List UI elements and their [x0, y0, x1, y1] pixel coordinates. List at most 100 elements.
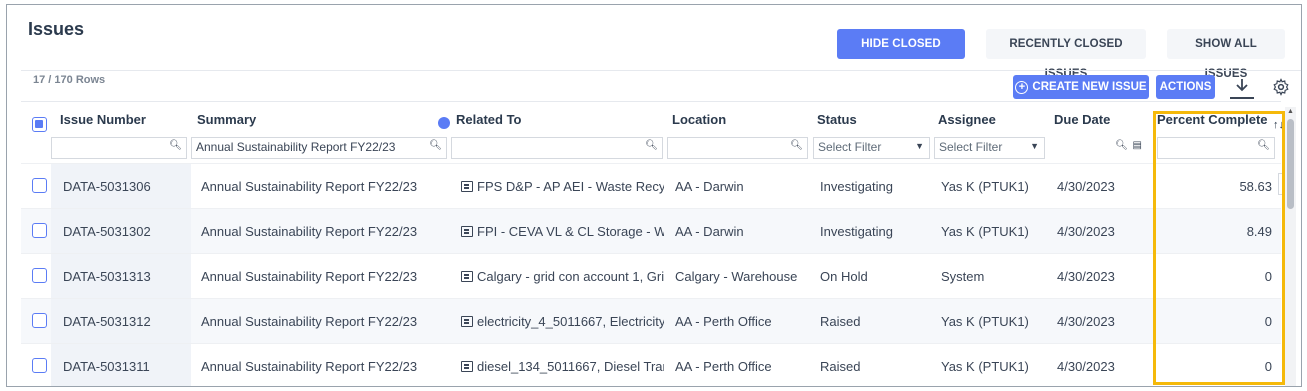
location-cell: Calgary - Warehouse	[675, 269, 798, 284]
summary-filter-input[interactable]: Annual Sustainability Report FY22/23 🔍︎	[191, 137, 447, 159]
related-to-text: FPI - CEVA VL & CL Storage - Was	[477, 224, 664, 239]
status-cell: Raised	[820, 359, 861, 374]
table-row[interactable]: DATA-5031311 Annual Sustainability Report…	[21, 343, 1281, 386]
vertical-scrollbar[interactable]: ▲	[1285, 107, 1296, 386]
column-related-to[interactable]: Related To	[456, 112, 522, 127]
indicator-dot-icon	[438, 117, 450, 129]
calendar-icon[interactable]: ▤	[1133, 140, 1142, 151]
related-to-cell[interactable]: FPI - CEVA VL & CL Storage - Was	[461, 224, 664, 239]
assignee-cell: Yas K (PTUK1)	[941, 314, 1029, 329]
summary-cell: Annual Sustainability Report FY22/23	[201, 179, 418, 194]
summary-cell: Annual Sustainability Report FY22/23	[201, 314, 418, 329]
search-icon: 🔍︎	[790, 140, 803, 151]
summary-filter-value: Annual Sustainability Report FY22/23	[196, 140, 396, 154]
percent-complete-cell: 58.63	[1239, 179, 1272, 194]
table-row[interactable]: DATA-5031312 Annual Sustainability Report…	[21, 298, 1281, 343]
location-filter-input[interactable]: 🔍︎	[667, 137, 808, 159]
actions-button[interactable]: ACTIONS	[1156, 75, 1215, 99]
column-issue-number[interactable]: Issue Number	[60, 112, 146, 127]
row-count: 17 / 170 Rows	[33, 74, 106, 86]
due-date-cell: 4/30/2023	[1057, 224, 1115, 239]
percent-complete-filter-input[interactable]: 🔍︎	[1157, 137, 1275, 159]
percent-complete-cell: 0	[1264, 314, 1272, 329]
location-cell: AA - Perth Office	[675, 314, 772, 329]
related-to-cell[interactable]: electricity_4_5011667, Electricity S	[461, 314, 664, 329]
related-record-icon	[461, 271, 473, 282]
show-all-issues-button[interactable]: SHOW ALL ISSUES	[1167, 29, 1285, 80]
issue-number[interactable]: DATA-5031306	[63, 179, 191, 194]
column-summary[interactable]: Summary	[197, 112, 256, 127]
due-date-cell: 4/30/2023	[1057, 314, 1115, 329]
status-cell: Investigating	[820, 179, 893, 194]
assignee-cell: Yas K (PTUK1)	[941, 224, 1029, 239]
related-to-cell[interactable]: diesel_134_5011667, Diesel Trans	[461, 359, 664, 374]
related-to-text: electricity_4_5011667, Electricity S	[477, 314, 664, 329]
assignee-filter-placeholder: Select Filter	[939, 140, 1003, 154]
column-percent-complete[interactable]: Percent Complete	[1157, 112, 1268, 127]
related-record-icon	[461, 226, 473, 237]
row-checkbox[interactable]	[32, 268, 47, 283]
divider	[21, 70, 1301, 71]
issue-number[interactable]: DATA-5031311	[63, 359, 191, 374]
row-checkbox[interactable]	[32, 178, 47, 193]
issue-number-filter-input[interactable]: 🔍︎	[51, 137, 187, 159]
status-filter-select[interactable]: Select Filter ▼	[813, 137, 930, 159]
issue-number[interactable]: DATA-5031313	[63, 269, 191, 284]
summary-cell: Annual Sustainability Report FY22/23	[201, 224, 418, 239]
issue-number[interactable]: DATA-5031302	[63, 224, 191, 239]
issue-number[interactable]: DATA-5031312	[63, 314, 191, 329]
status-cell: On Hold	[820, 269, 868, 284]
scroll-up-icon[interactable]: ▲	[1287, 108, 1294, 115]
search-icon: 🔍︎	[429, 140, 442, 151]
due-date-cell: 4/30/2023	[1057, 359, 1115, 374]
search-icon: 🔍︎	[645, 140, 658, 151]
filter-row: 🔍︎ Annual Sustainability Report FY22/23 🔍…	[21, 137, 1294, 195]
status-cell: Investigating	[820, 224, 893, 239]
caret-down-icon: ▼	[1030, 141, 1039, 151]
gear-icon[interactable]	[1269, 75, 1293, 99]
table-row[interactable]: DATA-5031306 Annual Sustainability Report…	[21, 163, 1281, 208]
assignee-cell: Yas K (PTUK1)	[941, 179, 1029, 194]
table-header: Issue Number Summary Related To Location…	[21, 101, 1281, 135]
related-to-cell[interactable]: FPS D&P - AP AEI - Waste Recycl	[461, 179, 664, 194]
table-row[interactable]: DATA-5031313 Annual Sustainability Report…	[21, 253, 1281, 298]
status-cell: Raised	[820, 314, 861, 329]
issues-table: Issue Number Summary Related To Location…	[21, 101, 1294, 386]
assignee-filter-select[interactable]: Select Filter ▼	[934, 137, 1045, 159]
assignee-cell: System	[941, 269, 985, 284]
related-to-text: FPS D&P - AP AEI - Waste Recycl	[477, 179, 664, 194]
search-icon: 🔍︎	[1115, 140, 1128, 151]
related-to-cell[interactable]: Calgary - grid con account 1, Grid	[461, 269, 664, 284]
related-to-text: Calgary - grid con account 1, Grid	[477, 269, 664, 284]
row-checkbox[interactable]	[32, 223, 47, 238]
related-to-text: diesel_134_5011667, Diesel Trans	[477, 359, 664, 374]
column-location[interactable]: Location	[672, 112, 726, 127]
column-due-date[interactable]: Due Date	[1054, 112, 1110, 127]
related-to-filter-input[interactable]: 🔍︎	[451, 137, 663, 159]
sort-icon[interactable]: ↑↓	[1273, 119, 1284, 131]
summary-cell: Annual Sustainability Report FY22/23	[201, 359, 418, 374]
row-checkbox[interactable]	[32, 358, 47, 373]
hide-closed-issues-button[interactable]: HIDE CLOSED ISSUES	[837, 29, 965, 80]
status-filter-placeholder: Select Filter	[818, 140, 882, 154]
recently-closed-issues-button[interactable]: RECENTLY CLOSED ISSUES	[986, 29, 1146, 80]
download-icon[interactable]	[1230, 75, 1254, 99]
column-assignee[interactable]: Assignee	[938, 112, 996, 127]
page-title: Issues	[28, 19, 85, 39]
create-new-issue-label: CREATE NEW ISSUE	[1032, 81, 1147, 93]
issues-panel: Issues HIDE CLOSED ISSUES RECENTLY CLOSE…	[6, 4, 1302, 387]
row-checkbox[interactable]	[32, 313, 47, 328]
select-all-checkbox[interactable]	[32, 117, 47, 132]
summary-cell: Annual Sustainability Report FY22/23	[201, 269, 418, 284]
caret-down-icon: ▼	[915, 141, 924, 151]
table-row[interactable]: DATA-5031302 Annual Sustainability Report…	[21, 208, 1281, 253]
location-cell: AA - Darwin	[675, 224, 744, 239]
related-record-icon	[461, 181, 473, 192]
create-new-issue-button[interactable]: + CREATE NEW ISSUE	[1013, 75, 1149, 99]
percent-complete-cell: 0	[1264, 359, 1272, 374]
scrollbar-thumb[interactable]	[1287, 119, 1294, 209]
due-date-cell: 4/30/2023	[1057, 269, 1115, 284]
search-icon: 🔍︎	[169, 140, 182, 151]
column-status[interactable]: Status	[817, 112, 857, 127]
due-date-filter-input[interactable]: 🔍︎ ▤	[1051, 137, 1147, 159]
